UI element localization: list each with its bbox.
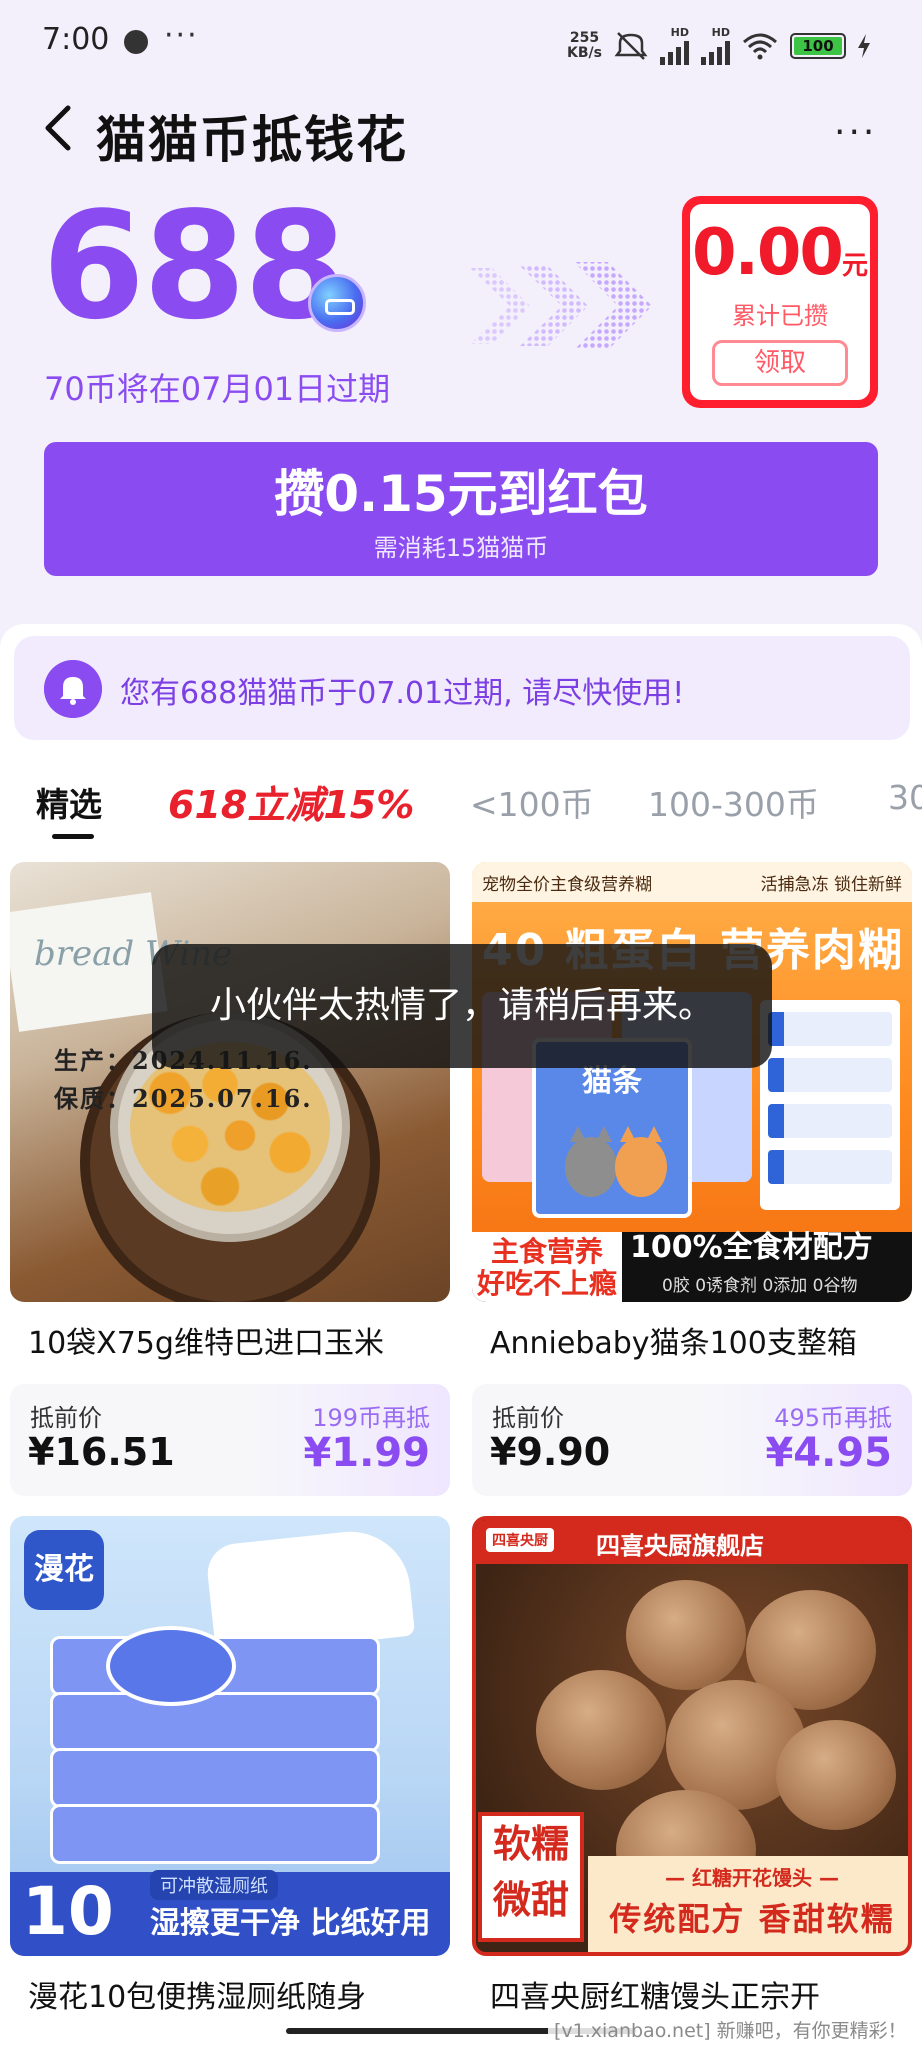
more-options-button[interactable]: ··· bbox=[834, 112, 877, 153]
product-card-tissue[interactable]: 漫花 10 可冲散湿厕纸 湿擦更干净 比纸好用 漫花10包便携湿厕纸随身 bbox=[10, 1516, 450, 2016]
category-tabs: 精选 618立减15% <100币 100-300币 30 bbox=[0, 770, 922, 850]
status-indicators: 255 KB/s HD HD 100 bbox=[567, 26, 870, 65]
hd-label-2: HD bbox=[711, 26, 730, 39]
product-title: Anniebaby猫条100支整箱 bbox=[490, 1326, 857, 1361]
wifi-icon bbox=[743, 33, 777, 59]
decorative-arrows-icon bbox=[470, 262, 652, 350]
notice-text: 您有688猫猫币于07.01过期, 请尽快使用! bbox=[120, 676, 685, 711]
image-top-right-text: 活捕急冻 锁住新鲜 bbox=[760, 875, 902, 895]
page-title: 猫猫币抵钱花 bbox=[96, 111, 408, 169]
pack-count: 10 bbox=[22, 1873, 114, 1950]
image-bottom-sub: 0胶 0诱食剂 0添加 0谷物 bbox=[662, 1276, 858, 1296]
hd-label-1: HD bbox=[670, 26, 689, 39]
coin-balance: 688 bbox=[42, 180, 347, 352]
active-tab-indicator bbox=[52, 834, 94, 839]
pack-graphic bbox=[50, 1804, 380, 1864]
charging-icon bbox=[858, 33, 870, 58]
earned-card-inner: 0.00元 累计已攒 领取 bbox=[690, 204, 870, 400]
battery-level: 100 bbox=[794, 36, 842, 55]
status-more-icon: ··· bbox=[164, 18, 199, 53]
earned-amount: 0.00元 bbox=[690, 216, 870, 290]
price-label: 抵前价 bbox=[30, 1404, 102, 1432]
image-bottom-left: 主食营养 好吃不上瘾 bbox=[472, 1232, 622, 1302]
tab-618-promo[interactable]: 618立减15% bbox=[168, 774, 414, 829]
product-title: 四喜央厨红糖馒头正宗开 bbox=[490, 1980, 820, 2015]
net-speed: 255 KB/s bbox=[567, 29, 602, 61]
earned-label: 累计已攒 bbox=[732, 302, 828, 330]
redeem-main-label: 攒0.15元到红包 bbox=[274, 465, 648, 523]
tab-under-100[interactable]: <100币 bbox=[470, 778, 594, 826]
status-bar: 7:00 ··· 255 KB/s HD HD 100 bbox=[0, 0, 922, 84]
signal-1-icon: HD bbox=[660, 26, 689, 65]
bun-graphic bbox=[776, 1720, 896, 1830]
banner-main-text: 传统配方 香甜软糯 bbox=[609, 1900, 895, 1938]
tab-300-plus[interactable]: 30 bbox=[888, 778, 922, 817]
expire-note: 70币将在07月01日过期 bbox=[44, 370, 391, 408]
toast-message: 小伙伴太热情了，请稍后再来。 bbox=[152, 944, 772, 1068]
pack-graphic bbox=[50, 1692, 380, 1752]
claim-button[interactable]: 领取 bbox=[712, 340, 848, 386]
product-image-buns: 四喜央厨 四喜央厨旗舰店 软糯 微甜 — 红糖开花馒头 — 传统配方 香甜软糯 bbox=[472, 1516, 912, 1956]
bell-icon bbox=[44, 660, 102, 718]
redeem-button[interactable]: 攒0.15元到红包 需消耗15猫猫币 bbox=[44, 442, 878, 576]
tab-100-300[interactable]: 100-300币 bbox=[648, 778, 819, 826]
product-image-cat-treats: 宠物全价主食级营养糊 活捕急冻 锁住新鲜 40 粗蛋白 营养肉糊 猫条 主食营养… bbox=[472, 862, 912, 1302]
image-top-left-text: 宠物全价主食级营养糊 bbox=[482, 875, 652, 895]
product-title: 漫花10包便携湿厕纸随身 bbox=[28, 1980, 367, 2015]
final-price: ¥1.99 bbox=[303, 1430, 430, 1476]
coin-icon bbox=[308, 274, 366, 332]
image-topbar: 宠物全价主食级营养糊 活捕急冻 锁住新鲜 bbox=[472, 862, 912, 902]
image-slogan: 湿擦更干净 比纸好用 bbox=[150, 1906, 431, 1941]
image-bottom-right: 100%全食材配方 bbox=[630, 1230, 873, 1265]
notification-icon bbox=[124, 30, 148, 54]
bun-graphic bbox=[626, 1580, 746, 1690]
price-box: 抵前价 ¥16.51 199币再抵 ¥1.99 bbox=[10, 1384, 450, 1496]
original-price: ¥9.90 bbox=[490, 1430, 611, 1474]
product-image-corn: bread Wine 生产：2024.11.16. 保质：2025.07.16. bbox=[10, 862, 450, 1302]
bun-graphic bbox=[536, 1670, 666, 1790]
original-price: ¥16.51 bbox=[28, 1430, 175, 1474]
signal-2-icon: HD bbox=[701, 26, 730, 65]
sticks-graphic bbox=[760, 1000, 900, 1210]
coin-deduction: 199币再抵 bbox=[312, 1404, 430, 1432]
net-speed-unit: KB/s bbox=[567, 44, 602, 61]
shop-name: 四喜央厨旗舰店 bbox=[596, 1532, 764, 1560]
earned-card: 0.00元 累计已攒 领取 bbox=[682, 196, 878, 408]
whale-mascot-icon bbox=[106, 1626, 236, 1706]
battery-icon: 100 bbox=[790, 32, 846, 59]
banner-top-text: — 红糖开花馒头 — bbox=[665, 1866, 839, 1890]
final-price: ¥4.95 bbox=[765, 1430, 892, 1476]
shop-header: 四喜央厨 四喜央厨旗舰店 bbox=[476, 1520, 908, 1564]
product-image-tissue: 漫花 10 可冲散湿厕纸 湿擦更干净 比纸好用 bbox=[10, 1516, 450, 1956]
status-time: 7:00 bbox=[42, 22, 110, 57]
brand-logo: 漫花 bbox=[24, 1530, 104, 1610]
back-arrow-icon[interactable] bbox=[38, 98, 78, 158]
image-tag: 可冲散湿厕纸 bbox=[150, 1870, 278, 1900]
tab-featured[interactable]: 精选 bbox=[36, 778, 102, 826]
coin-deduction: 495币再抵 bbox=[774, 1404, 892, 1432]
mute-icon bbox=[614, 31, 648, 60]
redeem-sub-label: 需消耗15猫猫币 bbox=[373, 534, 549, 562]
pack-graphic bbox=[50, 1748, 380, 1808]
watermark: [v1.xianbao.net] 新赚吧，有你更精彩！ bbox=[548, 2016, 913, 2043]
cats-graphic bbox=[565, 1126, 667, 1197]
product-title: 10袋X75g维特巴进口玉米 bbox=[28, 1326, 384, 1361]
side-tag: 软糯 微甜 bbox=[478, 1812, 584, 1942]
product-card-buns[interactable]: 四喜央厨 四喜央厨旗舰店 软糯 微甜 — 红糖开花馒头 — 传统配方 香甜软糯 … bbox=[472, 1516, 912, 2016]
net-speed-value: 255 bbox=[569, 29, 600, 46]
earned-amount-value: 0.00 bbox=[692, 216, 844, 290]
price-box: 抵前价 ¥9.90 495币再抵 ¥4.95 bbox=[472, 1384, 912, 1496]
image-banner: — 红糖开花馒头 — 传统配方 香甜软糯 bbox=[588, 1856, 908, 1952]
price-label: 抵前价 bbox=[492, 1404, 564, 1432]
shop-badge: 四喜央厨 bbox=[486, 1528, 554, 1552]
earned-amount-unit: 元 bbox=[841, 251, 868, 281]
